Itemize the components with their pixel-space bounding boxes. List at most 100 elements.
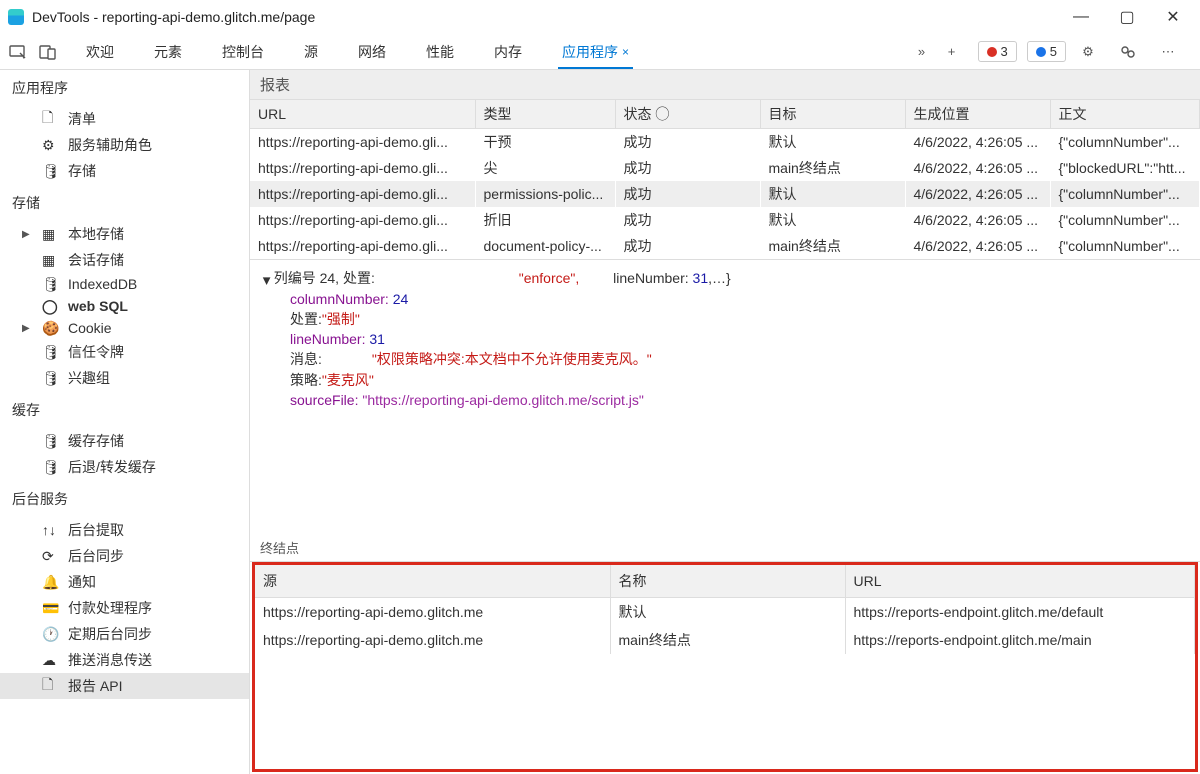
tab-elements[interactable]: 元素	[134, 34, 202, 69]
settings-icon[interactable]: ⚙	[1076, 40, 1100, 64]
cloud-icon: ☁	[42, 652, 60, 669]
app-icon	[8, 9, 24, 25]
sidebar-storage[interactable]: 🛢存储	[0, 158, 249, 184]
table-cell: 成功	[615, 155, 760, 181]
sidebar-bf-cache[interactable]: 🛢后退/转发缓存	[0, 454, 249, 480]
table-cell: main终结点	[610, 626, 845, 654]
tab-network[interactable]: 网络	[338, 34, 406, 69]
card-icon: 💳	[42, 600, 60, 617]
tab-performance[interactable]: 性能	[406, 34, 474, 69]
fetch-icon: ↑↓	[42, 522, 60, 538]
table-row[interactable]: https://reporting-api-demo.gli...documen…	[250, 233, 1200, 259]
sidebar-local-storage[interactable]: ▶▦本地存储	[0, 221, 249, 247]
endpoints-panel: 源 名称 URL https://reporting-api-demo.glit…	[252, 562, 1198, 772]
feedback-icon[interactable]	[1116, 40, 1140, 64]
ep-col-name[interactable]: 名称	[610, 565, 845, 598]
table-cell: 成功	[615, 181, 760, 207]
endpoints-table: 源 名称 URL https://reporting-api-demo.glit…	[255, 565, 1195, 654]
close-icon[interactable]: ×	[622, 45, 629, 59]
table-cell: {"columnNumber"...	[1050, 233, 1200, 259]
expand-icon[interactable]: ▶	[259, 277, 274, 285]
table-cell: 成功	[615, 233, 760, 259]
sidebar-bg-sync[interactable]: ⟳后台同步	[0, 543, 249, 569]
device-icon[interactable]	[36, 40, 60, 64]
table-cell: 折旧	[475, 207, 615, 233]
table-cell: main终结点	[760, 233, 905, 259]
bell-icon: 🔔	[42, 574, 60, 591]
table-cell: 4/6/2022, 4:26:05 ...	[905, 129, 1050, 156]
window-title: DevTools - reporting-api-demo.glitch.me/…	[32, 9, 315, 25]
table-cell: 4/6/2022, 4:26:05 ...	[905, 207, 1050, 233]
ep-col-origin[interactable]: 源	[255, 565, 610, 598]
sidebar-websql[interactable]: ◯web SQL	[0, 295, 249, 317]
grid-icon: ▦	[42, 226, 60, 243]
info-dot-icon	[1036, 47, 1046, 57]
table-cell: 默认	[760, 207, 905, 233]
table-cell: https://reporting-api-demo.gli...	[250, 181, 475, 207]
info-badge[interactable]: 5	[1027, 41, 1066, 62]
sidebar-interest-groups[interactable]: 🛢兴趣组	[0, 365, 249, 391]
table-cell: 干预	[475, 129, 615, 156]
db-icon: 🛢	[42, 276, 60, 293]
endpoints-title: 终结点	[250, 534, 1200, 562]
table-cell: https://reports-endpoint.glitch.me/defau…	[845, 598, 1195, 627]
sidebar-reporting-api[interactable]: 🗋报告 API	[0, 673, 249, 699]
table-cell: https://reporting-api-demo.glitch.me	[255, 626, 610, 654]
sidebar-periodic-sync[interactable]: 🕐定期后台同步	[0, 621, 249, 647]
sidebar-payment[interactable]: 💳付款处理程序	[0, 595, 249, 621]
table-row[interactable]: https://reporting-api-demo.gli...permiss…	[250, 181, 1200, 207]
table-cell: {"columnNumber"...	[1050, 129, 1200, 156]
maximize-button[interactable]: ▢	[1118, 8, 1136, 26]
table-cell: document-policy-...	[475, 233, 615, 259]
reports-title: 报表	[250, 70, 1200, 100]
sidebar-manifest[interactable]: 🗋清单	[0, 106, 249, 132]
file-icon: 🗋	[42, 674, 60, 698]
close-button[interactable]: ✕	[1164, 8, 1182, 26]
error-badge[interactable]: 3	[978, 41, 1017, 62]
sidebar-push[interactable]: ☁推送消息传送	[0, 647, 249, 673]
table-cell: 4/6/2022, 4:26:05 ...	[905, 181, 1050, 207]
col-status[interactable]: 状态 ◯	[615, 100, 760, 129]
sidebar-trust-tokens[interactable]: 🛢信任令牌	[0, 339, 249, 365]
table-row[interactable]: https://reporting-api-demo.gli...折旧成功默认4…	[250, 207, 1200, 233]
overflow-icon[interactable]: ⋯	[1156, 40, 1180, 64]
table-row[interactable]: https://reporting-api-demo.glitch.memain…	[255, 626, 1195, 654]
col-type[interactable]: 类型	[475, 100, 615, 129]
table-cell: https://reporting-api-demo.gli...	[250, 207, 475, 233]
table-row[interactable]: https://reporting-api-demo.gli...干预成功默认4…	[250, 129, 1200, 156]
sidebar-cache-storage[interactable]: 🛢缓存存储	[0, 428, 249, 454]
add-tab-icon[interactable]: +	[940, 40, 964, 64]
table-cell: 默认	[760, 129, 905, 156]
tab-console[interactable]: 控制台	[202, 34, 284, 69]
sidebar: 应用程序 🗋清单 ⚙服务辅助角色 🛢存储 存储 ▶▦本地存储 ▦会话存储 🛢In…	[0, 70, 250, 774]
inspect-icon[interactable]	[6, 40, 30, 64]
toolbar: 欢迎 元素 控制台 源 网络 性能 内存 应用程序× » + 3 5 ⚙ ⋯	[0, 34, 1200, 70]
table-row[interactable]: https://reporting-api-demo.glitch.me默认ht…	[255, 598, 1195, 627]
table-cell: {"blockedURL":"htt...	[1050, 155, 1200, 181]
ep-col-url[interactable]: URL	[845, 565, 1195, 598]
expander-icon[interactable]: ▶	[22, 323, 30, 334]
file-icon: 🗋	[42, 107, 60, 131]
table-row[interactable]: https://reporting-api-demo.gli...尖成功main…	[250, 155, 1200, 181]
col-url[interactable]: URL	[250, 100, 475, 129]
tab-sources[interactable]: 源	[284, 34, 338, 69]
more-tabs-icon[interactable]: »	[910, 40, 934, 64]
sidebar-service-workers[interactable]: ⚙服务辅助角色	[0, 132, 249, 158]
sidebar-indexeddb[interactable]: 🛢IndexedDB	[0, 273, 249, 295]
sidebar-bg-fetch[interactable]: ↑↓后台提取	[0, 517, 249, 543]
sidebar-cookie[interactable]: ▶🍪Cookie	[0, 317, 249, 339]
minimize-button[interactable]: —	[1072, 8, 1090, 26]
table-cell: https://reports-endpoint.glitch.me/main	[845, 626, 1195, 654]
sidebar-notifications[interactable]: 🔔通知	[0, 569, 249, 595]
table-cell: permissions-polic...	[475, 181, 615, 207]
col-gen[interactable]: 生成位置	[905, 100, 1050, 129]
tab-welcome[interactable]: 欢迎	[66, 34, 134, 69]
clock-icon: 🕐	[42, 626, 60, 643]
col-dest[interactable]: 目标	[760, 100, 905, 129]
tab-memory[interactable]: 内存	[474, 34, 542, 69]
sidebar-session-storage[interactable]: ▦会话存储	[0, 247, 249, 273]
tab-application[interactable]: 应用程序×	[542, 34, 649, 69]
expander-icon[interactable]: ▶	[22, 229, 30, 240]
table-cell: {"columnNumber"...	[1050, 207, 1200, 233]
col-body[interactable]: 正文	[1050, 100, 1200, 129]
